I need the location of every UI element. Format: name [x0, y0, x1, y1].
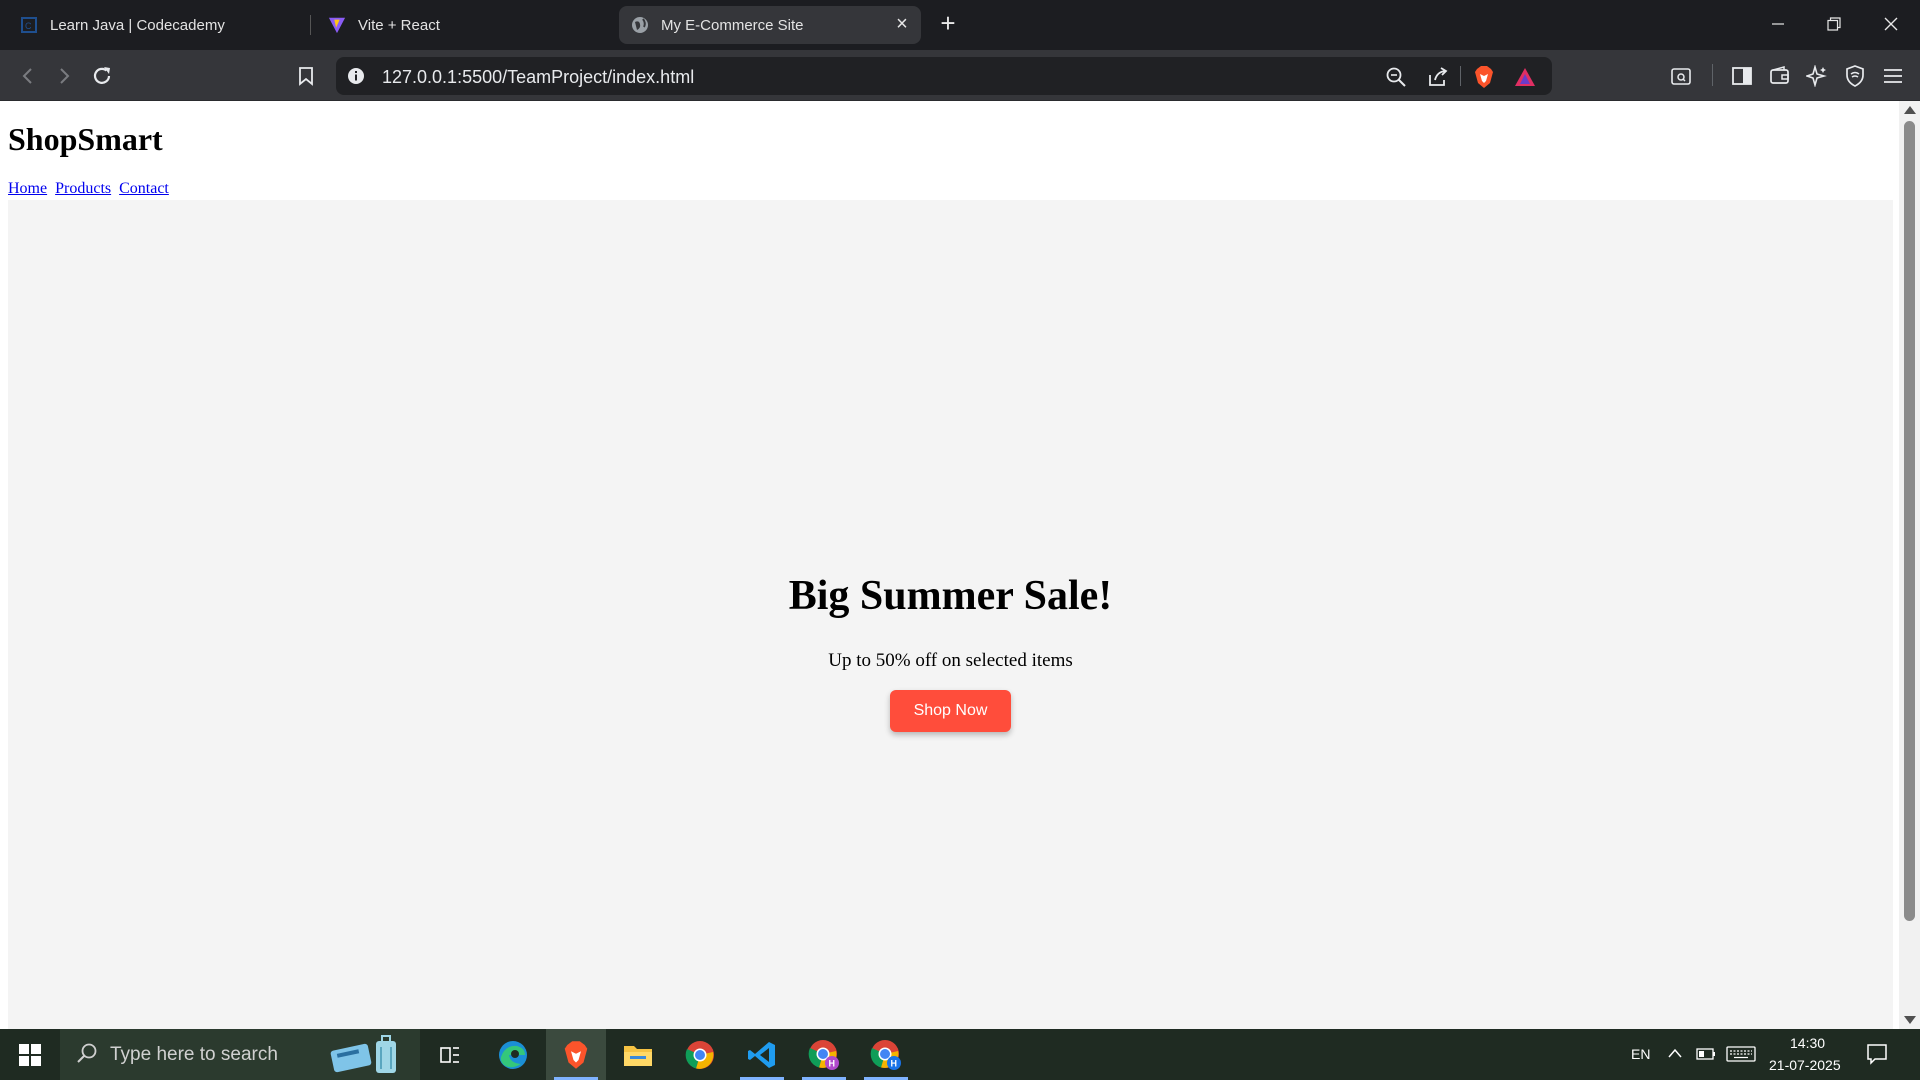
- clock-date[interactable]: 21-07-2025: [1769, 1057, 1841, 1073]
- hero-title: Big Summer Sale!: [788, 573, 1113, 619]
- scroll-up-arrow-icon[interactable]: [1904, 106, 1916, 114]
- vscode-app-icon[interactable]: [732, 1029, 792, 1080]
- globe-icon: [631, 16, 649, 34]
- brave-app-icon[interactable]: [546, 1029, 606, 1080]
- reload-button[interactable]: [88, 62, 116, 90]
- taskbar-search[interactable]: Type here to search: [60, 1029, 420, 1080]
- chrome-app-icon[interactable]: [670, 1029, 730, 1080]
- search-icon: [75, 1042, 99, 1066]
- scrollbar-thumb[interactable]: [1904, 121, 1915, 921]
- site-info-icon[interactable]: [346, 66, 366, 86]
- edge-app-icon[interactable]: [483, 1029, 543, 1080]
- file-explorer-icon[interactable]: [608, 1029, 668, 1080]
- travel-illustration-icon: [328, 1033, 404, 1080]
- scroll-down-arrow-icon[interactable]: [1904, 1016, 1916, 1024]
- language-indicator[interactable]: EN: [1631, 1046, 1650, 1062]
- shop-now-button[interactable]: Shop Now: [890, 690, 1011, 732]
- battery-icon[interactable]: [1696, 1047, 1716, 1066]
- close-window-button[interactable]: [1871, 8, 1911, 40]
- chrome-profile-app-icon[interactable]: H: [794, 1029, 854, 1080]
- keyboard-icon[interactable]: [1726, 1046, 1756, 1067]
- nav-link-contact[interactable]: Contact: [119, 180, 169, 197]
- hero-banner: Big Summer Sale! Up to 50% off on select…: [8, 200, 1893, 1029]
- tab-separator: [310, 15, 311, 35]
- sidebar-icon[interactable]: [1728, 62, 1756, 90]
- chrome-profile-2-app-icon[interactable]: H: [856, 1029, 916, 1080]
- url-text[interactable]: 127.0.0.1:5500/TeamProject/index.html: [382, 67, 694, 88]
- hero-subtitle: Up to 50% off on selected items: [828, 650, 1073, 671]
- page-viewport: ShopSmart Home Products Contact Big Summ…: [0, 101, 1899, 1029]
- close-tab-icon[interactable]: ×: [893, 14, 911, 34]
- address-bar[interactable]: 127.0.0.1:5500/TeamProject/index.html: [336, 57, 1552, 95]
- page-scrollbar[interactable]: [1899, 101, 1920, 1029]
- tab-label: My E-Commerce Site: [661, 16, 804, 34]
- tab-ecommerce-active[interactable]: My E-Commerce Site ×: [619, 6, 921, 44]
- start-button[interactable]: [0, 1029, 60, 1080]
- clock-time[interactable]: 14:30: [1790, 1035, 1825, 1051]
- windows-taskbar: Type here to search H H EN 14:30 21-07-2…: [0, 1029, 1920, 1080]
- task-view-icon[interactable]: [420, 1029, 480, 1080]
- bookmark-icon[interactable]: [292, 62, 320, 90]
- tab-label: Vite + React: [358, 16, 440, 34]
- nav-link-home[interactable]: Home: [8, 180, 47, 197]
- nav-link-products[interactable]: Products: [55, 180, 111, 197]
- browser-toolbar: 127.0.0.1:5500/TeamProject/index.html: [0, 50, 1920, 101]
- codecademy-icon: C: [20, 16, 38, 34]
- notifications-icon[interactable]: [1866, 1043, 1888, 1070]
- restore-button[interactable]: [1814, 8, 1854, 40]
- svg-text:C: C: [25, 21, 32, 31]
- show-hidden-icons-icon[interactable]: [1667, 1046, 1683, 1065]
- tab-strip: C Learn Java | Codecademy Vite + React M…: [0, 0, 1920, 50]
- main-nav: Home Products Contact: [8, 180, 173, 198]
- back-button[interactable]: [14, 62, 42, 90]
- zoom-icon[interactable]: [1384, 65, 1408, 89]
- svg-text:H: H: [891, 1058, 898, 1068]
- vite-icon: [328, 16, 346, 34]
- omnibox-divider: [1460, 66, 1461, 86]
- wallet-icon[interactable]: [1766, 62, 1794, 90]
- share-icon[interactable]: [1426, 65, 1450, 89]
- tab-label: Learn Java | Codecademy: [50, 16, 225, 34]
- toolbar-divider: [1712, 64, 1713, 86]
- tab-codecademy[interactable]: C Learn Java | Codecademy: [8, 6, 308, 44]
- vpn-shield-icon[interactable]: [1841, 62, 1869, 90]
- menu-icon[interactable]: [1879, 62, 1907, 90]
- minimize-button[interactable]: [1758, 8, 1798, 40]
- brave-shields-icon[interactable]: [1472, 65, 1496, 89]
- new-tab-button[interactable]: +: [935, 10, 961, 38]
- search-placeholder: Type here to search: [110, 1044, 278, 1065]
- tab-vite-react[interactable]: Vite + React: [316, 6, 616, 44]
- reader-mode-icon[interactable]: [1667, 62, 1695, 90]
- forward-button[interactable]: [50, 62, 78, 90]
- site-title: ShopSmart: [8, 121, 163, 157]
- svg-text:H: H: [829, 1058, 836, 1068]
- brave-rewards-icon[interactable]: [1513, 65, 1537, 89]
- leo-ai-icon[interactable]: [1803, 62, 1831, 90]
- windows-logo-icon: [19, 1043, 41, 1066]
